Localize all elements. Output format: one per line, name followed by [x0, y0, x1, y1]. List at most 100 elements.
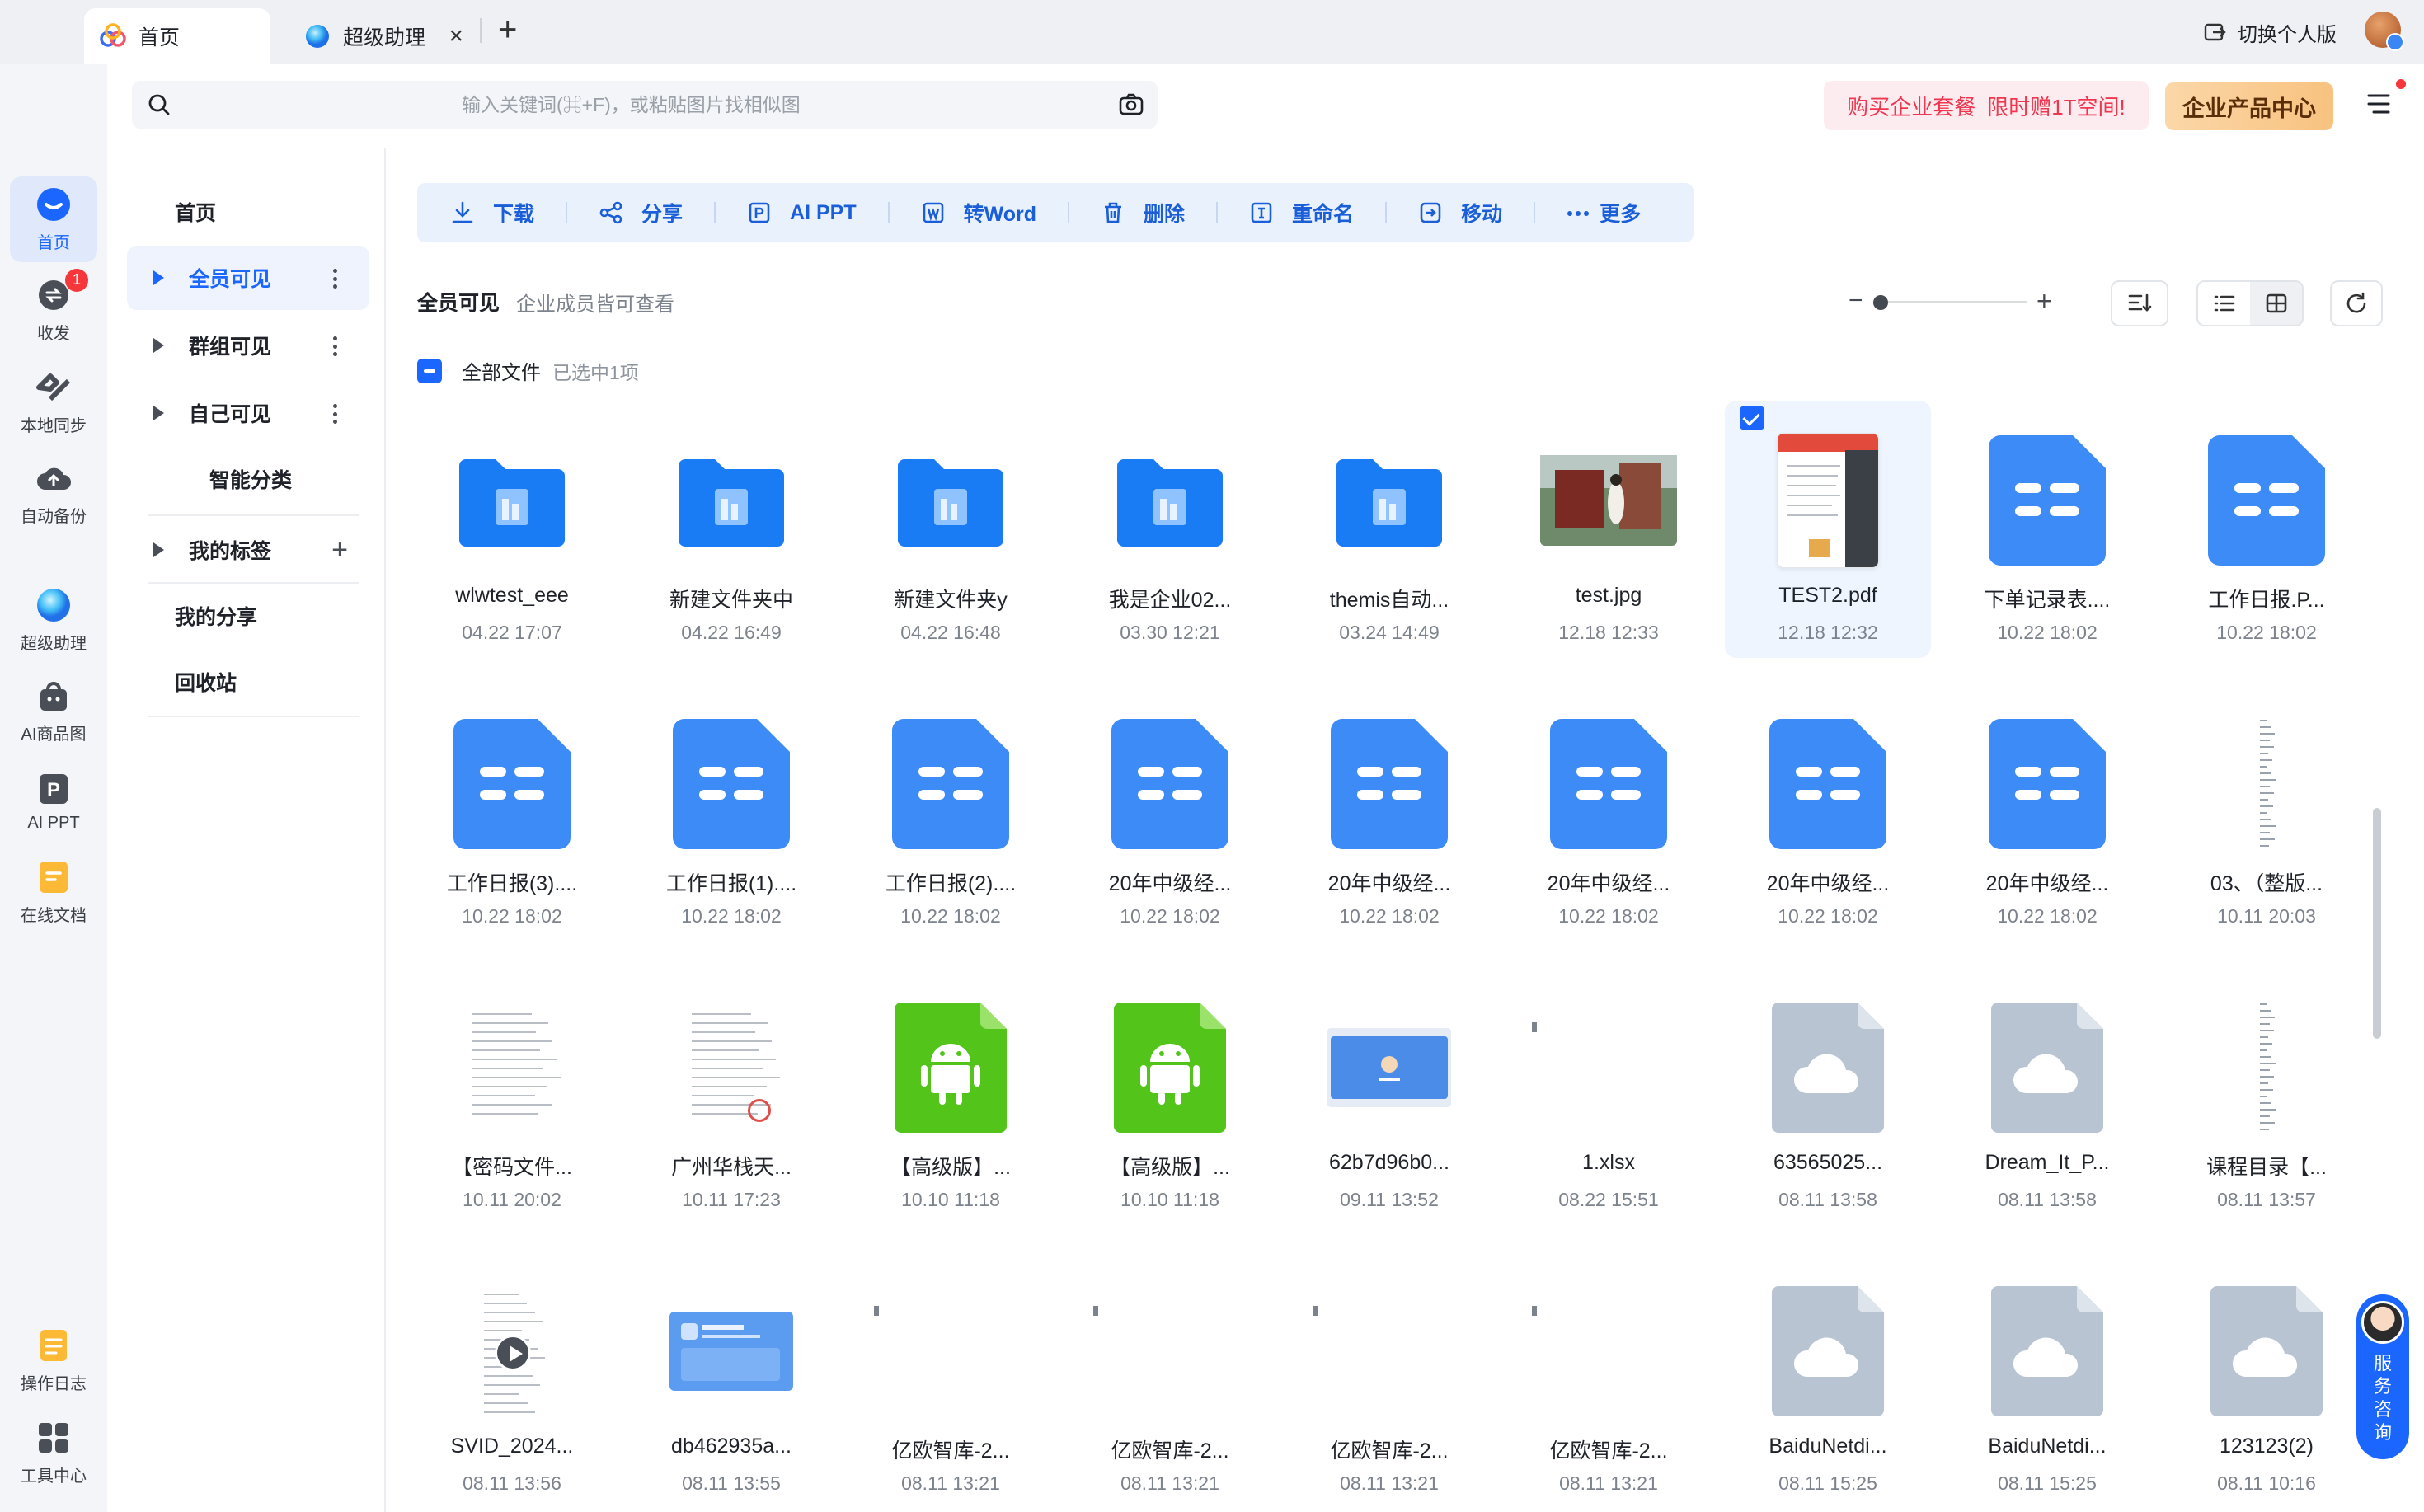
file-item[interactable]: db462935a... 08.11 13:55 — [628, 1251, 834, 1509]
select-all-checkbox[interactable] — [417, 358, 442, 383]
file-item[interactable]: 亿欧智库-2... 08.11 13:21 — [848, 1251, 1054, 1509]
file-thumbnail[interactable] — [1506, 430, 1712, 571]
file-thumbnail[interactable] — [1067, 1281, 1273, 1421]
rail-item-ai-ppt[interactable]: P AI PPT — [10, 758, 97, 844]
slider-track[interactable] — [1880, 301, 2027, 303]
ai-ppt-button[interactable]: AI PPT — [747, 183, 857, 242]
file-item[interactable]: BaiduNetdi... 08.11 15:25 — [1725, 1251, 1931, 1509]
file-thumbnail[interactable] — [1506, 1281, 1712, 1421]
camera-icon[interactable] — [1118, 92, 1144, 117]
file-item[interactable]: 20年中级经... 10.22 18:02 — [1067, 684, 1273, 941]
close-icon[interactable]: × — [449, 22, 463, 50]
play-icon[interactable] — [495, 1335, 531, 1371]
nav-my-shares[interactable]: 我的分享 — [127, 584, 369, 648]
expand-icon[interactable] — [153, 406, 164, 420]
file-item[interactable]: 工作日报(1).... 10.22 18:02 — [628, 684, 834, 941]
file-item[interactable]: 20年中级经... 10.22 18:02 — [1286, 684, 1492, 941]
search-input[interactable] — [462, 89, 1039, 120]
file-thumbnail[interactable] — [1067, 430, 1273, 571]
rail-item-super-assistant[interactable]: 超级助理 — [10, 577, 97, 663]
file-item[interactable]: 亿欧智库-2... 08.11 13:21 — [1067, 1251, 1273, 1509]
file-thumbnail[interactable] — [1725, 430, 1931, 571]
sort-button[interactable] — [2111, 280, 2168, 326]
file-item[interactable]: 下单记录表.... 10.22 18:02 — [1944, 401, 2150, 658]
nav-self[interactable]: 自己可见 — [127, 381, 369, 445]
menu-icon[interactable] — [2366, 92, 2391, 115]
file-thumbnail[interactable] — [1286, 1281, 1492, 1421]
rename-button[interactable]: 重命名 — [1249, 183, 1354, 242]
file-item[interactable]: 63565025... 08.11 13:58 — [1725, 968, 1931, 1225]
move-button[interactable]: 移动 — [1418, 183, 1502, 242]
nav-my-tags[interactable]: 我的标签 + — [127, 518, 369, 582]
switch-personal-button[interactable]: 切换个人版 — [2203, 18, 2337, 47]
file-thumbnail[interactable] — [409, 430, 615, 571]
file-item[interactable]: 123123(2) 08.11 10:16 — [2163, 1251, 2370, 1509]
file-item[interactable]: 62b7d96b0... 09.11 13:52 — [1286, 968, 1492, 1225]
nav-all-members[interactable]: 全员可见 — [127, 246, 369, 310]
file-item[interactable]: wlwtest_eee 04.22 17:07 — [409, 401, 615, 658]
file-thumbnail[interactable] — [2163, 430, 2370, 571]
file-thumbnail[interactable] — [848, 430, 1054, 571]
file-item[interactable]: 03、（整版... 10.11 20:03 — [2163, 684, 2370, 941]
file-item[interactable]: 【高级版】... 10.10 11:18 — [848, 968, 1054, 1225]
zoom-out-icon[interactable]: − — [1849, 289, 1863, 313]
file-thumbnail[interactable] — [628, 1281, 834, 1421]
enterprise-center-button[interactable]: 企业产品中心 — [2165, 82, 2333, 130]
nav-recycle-bin[interactable]: 回收站 — [127, 650, 369, 714]
promo-banner[interactable]: 购买企业套餐 限时赠1T空间! — [1824, 81, 2149, 130]
file-thumbnail[interactable] — [848, 714, 1054, 854]
rail-item-auto-backup[interactable]: 自动备份 — [10, 450, 97, 536]
avatar[interactable] — [2365, 12, 2404, 51]
nav-smart-category[interactable]: 智能分类 — [127, 447, 369, 511]
file-item[interactable]: 我是企业02... 03.30 12:21 — [1067, 401, 1273, 658]
zoom-in-icon[interactable]: + — [2036, 288, 2052, 314]
file-thumbnail[interactable] — [1286, 430, 1492, 571]
file-item[interactable]: SVID_2024... 08.11 13:56 — [409, 1251, 615, 1509]
file-item[interactable]: 新建文件夹中 04.22 16:49 — [628, 401, 834, 658]
rail-item-local-sync[interactable]: 本地同步 — [10, 359, 97, 445]
file-item[interactable]: 工作日报(2).... 10.22 18:02 — [848, 684, 1054, 941]
file-item[interactable]: 20年中级经... 10.22 18:02 — [1506, 684, 1712, 941]
file-thumbnail[interactable] — [1286, 714, 1492, 854]
file-thumbnail[interactable] — [1506, 714, 1712, 854]
delete-button[interactable]: 删除 — [1101, 183, 1185, 242]
file-thumbnail[interactable] — [1506, 998, 1712, 1138]
rail-item-tool-center[interactable]: 工具中心 — [10, 1410, 97, 1496]
file-thumbnail[interactable] — [409, 1281, 615, 1421]
file-checkbox[interactable] — [1740, 406, 1764, 430]
file-thumbnail[interactable] — [628, 430, 834, 571]
file-item[interactable]: 工作日报(3).... 10.22 18:02 — [409, 684, 615, 941]
file-thumbnail[interactable] — [848, 1281, 1054, 1421]
share-button[interactable]: 分享 — [599, 183, 683, 242]
file-thumbnail[interactable] — [2163, 998, 2370, 1138]
more-options-icon[interactable] — [333, 269, 338, 289]
file-thumbnail[interactable] — [1725, 714, 1931, 854]
file-item[interactable]: BaiduNetdi... 08.11 15:25 — [1944, 1251, 2150, 1509]
file-thumbnail[interactable] — [2163, 1281, 2370, 1421]
rail-item-online-docs[interactable]: 在线文档 — [10, 849, 97, 935]
file-item[interactable]: test.jpg 12.18 12:33 — [1506, 401, 1712, 658]
expand-icon[interactable] — [153, 270, 164, 285]
file-item[interactable]: 新建文件夹y 04.22 16:48 — [848, 401, 1054, 658]
vertical-scrollbar[interactable] — [2373, 808, 2381, 1039]
file-item[interactable]: Dream_It_P... 08.11 13:58 — [1944, 968, 2150, 1225]
file-item[interactable]: 【密码文件... 10.11 20:02 — [409, 968, 615, 1225]
more-options-icon[interactable] — [333, 404, 338, 424]
file-thumbnail[interactable] — [1944, 1281, 2150, 1421]
expand-icon[interactable] — [153, 542, 164, 557]
grid-view-button[interactable] — [2250, 282, 2302, 325]
file-thumbnail[interactable] — [848, 998, 1054, 1138]
file-item[interactable]: 20年中级经... 10.22 18:02 — [1944, 684, 2150, 941]
file-thumbnail[interactable] — [628, 714, 834, 854]
download-button[interactable]: 下载 — [450, 183, 534, 242]
refresh-button[interactable] — [2330, 280, 2383, 326]
rail-item-operation-log[interactable]: 操作日志 — [10, 1317, 97, 1403]
file-thumbnail[interactable] — [1067, 714, 1273, 854]
service-consult-button[interactable]: 服务咨询 — [2356, 1294, 2409, 1459]
file-thumbnail[interactable] — [1944, 430, 2150, 571]
file-item[interactable]: themis自动... 03.24 14:49 — [1286, 401, 1492, 658]
rail-item-home[interactable]: 首页 — [10, 176, 97, 262]
more-options-icon[interactable] — [333, 336, 338, 356]
nav-home[interactable]: 首页 — [127, 180, 369, 244]
file-thumbnail[interactable] — [1286, 998, 1492, 1138]
